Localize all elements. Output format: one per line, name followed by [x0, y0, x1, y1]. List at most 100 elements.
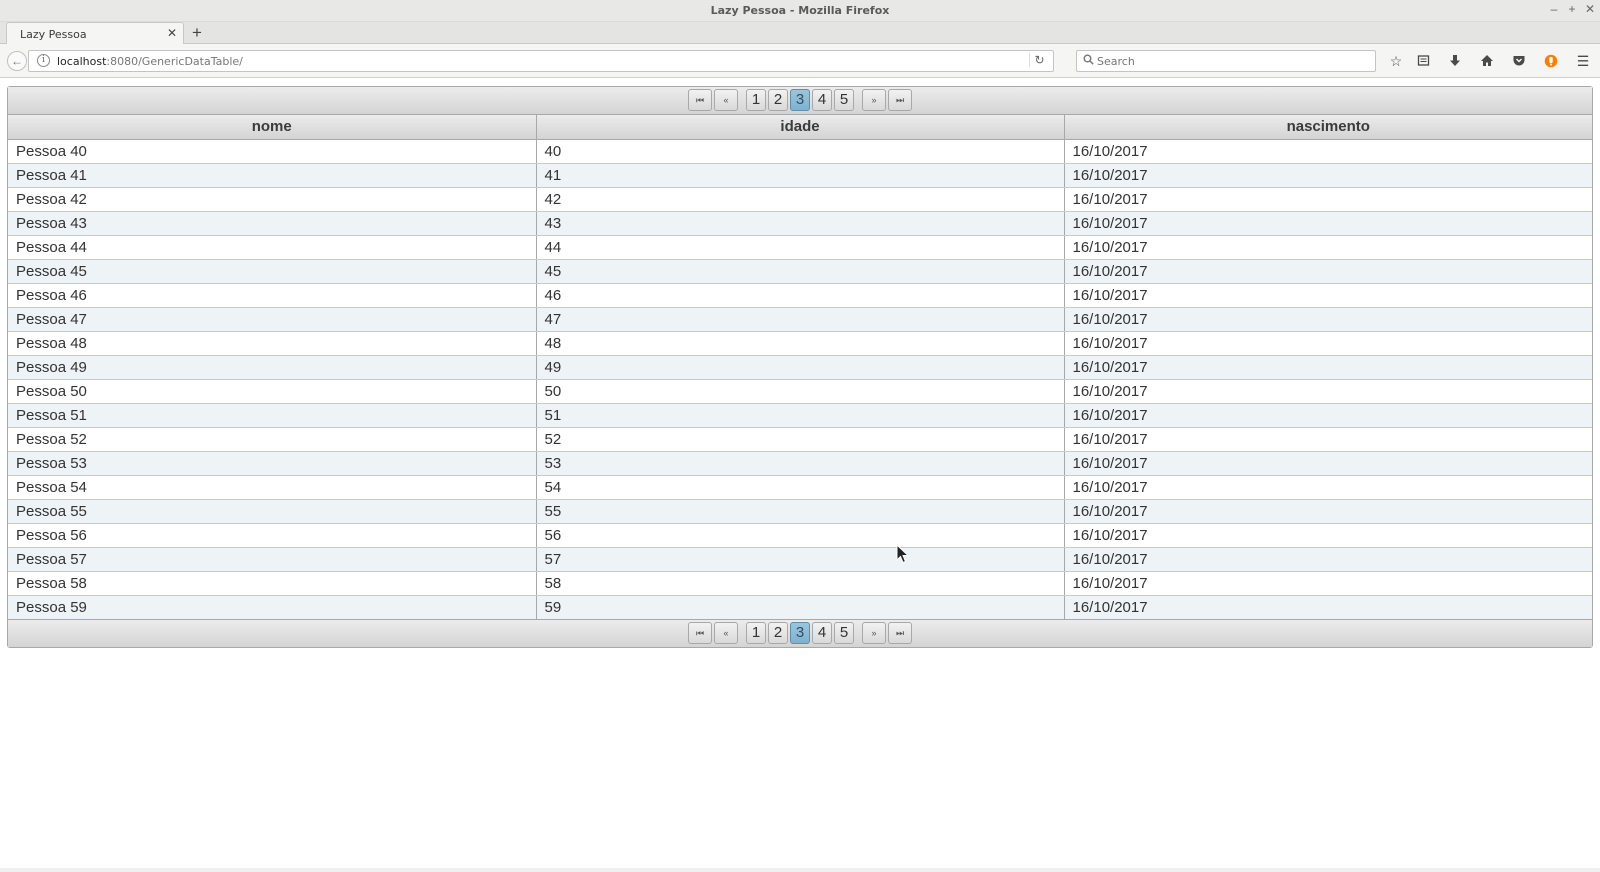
paginator-top: ⏮ « 1 2 3 4 5 » ⏭	[8, 87, 1592, 115]
table-row[interactable]: Pessoa 58 58 16/10/2017	[8, 571, 1592, 596]
previous-page-button[interactable]: «	[714, 622, 738, 644]
reload-button[interactable]: ↻	[1029, 53, 1049, 67]
close-tab-icon[interactable]: ✕	[167, 26, 177, 40]
tab-lazy-pessoa[interactable]: Lazy Pessoa ✕	[6, 22, 184, 44]
table-row[interactable]: Pessoa 51 51 16/10/2017	[8, 403, 1592, 428]
next-page-button[interactable]: »	[862, 89, 886, 111]
page-5-button[interactable]: 5	[834, 622, 854, 644]
cell-idade: 44	[536, 235, 1065, 260]
tab-title: Lazy Pessoa	[20, 28, 87, 41]
download-icon[interactable]	[1444, 51, 1466, 71]
cell-idade: 42	[536, 187, 1065, 212]
table-row[interactable]: Pessoa 59 59 16/10/2017	[8, 595, 1592, 619]
table-row[interactable]: Pessoa 49 49 16/10/2017	[8, 355, 1592, 380]
cell-nome: Pessoa 56	[8, 523, 537, 548]
menu-icon[interactable]: ☰	[1572, 51, 1594, 71]
table-row[interactable]: Pessoa 44 44 16/10/2017	[8, 235, 1592, 260]
cell-nascimento: 16/10/2017	[1064, 475, 1592, 500]
extension-icon[interactable]	[1540, 51, 1562, 71]
cell-nome: Pessoa 42	[8, 187, 537, 212]
search-bar[interactable]	[1076, 50, 1376, 72]
bottom-edge	[0, 868, 1600, 872]
cell-nascimento: 16/10/2017	[1064, 571, 1592, 596]
table-row[interactable]: Pessoa 48 48 16/10/2017	[8, 331, 1592, 356]
window-titlebar: Lazy Pessoa - Mozilla Firefox – + ✕	[0, 0, 1600, 22]
home-icon[interactable]	[1476, 51, 1498, 71]
page-2-button[interactable]: 2	[768, 622, 788, 644]
column-header-idade[interactable]: idade	[536, 115, 1065, 140]
new-tab-button[interactable]: +	[192, 23, 202, 43]
page-4-button[interactable]: 4	[812, 622, 832, 644]
first-page-button[interactable]: ⏮	[688, 622, 712, 644]
star-icon[interactable]: ☆	[1385, 51, 1407, 71]
first-page-button[interactable]: ⏮	[688, 89, 712, 111]
url-bar[interactable]: i localhost:8080/GenericDataTable/ ↻	[28, 50, 1054, 72]
previous-page-button[interactable]: «	[714, 89, 738, 111]
cell-idade: 43	[536, 211, 1065, 236]
cell-nascimento: 16/10/2017	[1064, 451, 1592, 476]
table-row[interactable]: Pessoa 57 57 16/10/2017	[8, 547, 1592, 572]
cell-nascimento: 16/10/2017	[1064, 595, 1592, 619]
cell-nome: Pessoa 55	[8, 499, 537, 524]
search-icon	[1083, 54, 1094, 68]
cell-nome: Pessoa 45	[8, 259, 537, 284]
search-input[interactable]	[1097, 53, 1367, 69]
table-row[interactable]: Pessoa 41 41 16/10/2017	[8, 163, 1592, 188]
cell-nascimento: 16/10/2017	[1064, 235, 1592, 260]
cell-idade: 52	[536, 427, 1065, 452]
info-icon[interactable]: i	[37, 54, 50, 67]
table-row[interactable]: Pessoa 46 46 16/10/2017	[8, 283, 1592, 308]
cell-idade: 59	[536, 595, 1065, 619]
page-1-button[interactable]: 1	[746, 89, 766, 111]
table-row[interactable]: Pessoa 53 53 16/10/2017	[8, 451, 1592, 476]
cell-idade: 51	[536, 403, 1065, 428]
cell-nascimento: 16/10/2017	[1064, 163, 1592, 188]
close-window-button[interactable]: ✕	[1582, 2, 1598, 16]
cell-nascimento: 16/10/2017	[1064, 211, 1592, 236]
cell-nascimento: 16/10/2017	[1064, 427, 1592, 452]
last-page-button[interactable]: ⏭	[888, 622, 912, 644]
url-text[interactable]: localhost:8080/GenericDataTable/	[57, 55, 243, 68]
cell-nome: Pessoa 57	[8, 547, 537, 572]
cell-nome: Pessoa 49	[8, 355, 537, 380]
table-row[interactable]: Pessoa 56 56 16/10/2017	[8, 523, 1592, 548]
cell-nome: Pessoa 50	[8, 379, 537, 404]
page-5-button[interactable]: 5	[834, 89, 854, 111]
reading-list-icon[interactable]	[1412, 51, 1434, 71]
column-header-nascimento[interactable]: nascimento	[1064, 115, 1592, 140]
table-row[interactable]: Pessoa 52 52 16/10/2017	[8, 427, 1592, 452]
cell-nascimento: 16/10/2017	[1064, 355, 1592, 380]
cell-idade: 50	[536, 379, 1065, 404]
pocket-icon[interactable]	[1508, 51, 1530, 71]
table-row[interactable]: Pessoa 42 42 16/10/2017	[8, 187, 1592, 212]
cell-nome: Pessoa 48	[8, 331, 537, 356]
back-button[interactable]: ←	[7, 51, 27, 71]
table-row[interactable]: Pessoa 54 54 16/10/2017	[8, 475, 1592, 500]
table-row[interactable]: Pessoa 47 47 16/10/2017	[8, 307, 1592, 332]
cell-idade: 58	[536, 571, 1065, 596]
page-1-button[interactable]: 1	[746, 622, 766, 644]
column-header-nome[interactable]: nome	[8, 115, 537, 140]
cell-idade: 56	[536, 523, 1065, 548]
last-page-button[interactable]: ⏭	[888, 89, 912, 111]
cell-nome: Pessoa 58	[8, 571, 537, 596]
cell-idade: 49	[536, 355, 1065, 380]
next-page-button[interactable]: »	[862, 622, 886, 644]
cell-nome: Pessoa 47	[8, 307, 537, 332]
table-row[interactable]: Pessoa 40 40 16/10/2017	[8, 139, 1592, 164]
table-row[interactable]: Pessoa 43 43 16/10/2017	[8, 211, 1592, 236]
maximize-button[interactable]: +	[1564, 2, 1580, 16]
cell-idade: 54	[536, 475, 1065, 500]
table-row[interactable]: Pessoa 50 50 16/10/2017	[8, 379, 1592, 404]
cell-idade: 53	[536, 451, 1065, 476]
minimize-button[interactable]: –	[1546, 2, 1562, 16]
table-row[interactable]: Pessoa 45 45 16/10/2017	[8, 259, 1592, 284]
page-4-button[interactable]: 4	[812, 89, 832, 111]
cell-nome: Pessoa 52	[8, 427, 537, 452]
page-3-button[interactable]: 3	[790, 89, 810, 111]
page-2-button[interactable]: 2	[768, 89, 788, 111]
table-row[interactable]: Pessoa 55 55 16/10/2017	[8, 499, 1592, 524]
page-3-button[interactable]: 3	[790, 622, 810, 644]
cell-nascimento: 16/10/2017	[1064, 139, 1592, 164]
cell-idade: 47	[536, 307, 1065, 332]
